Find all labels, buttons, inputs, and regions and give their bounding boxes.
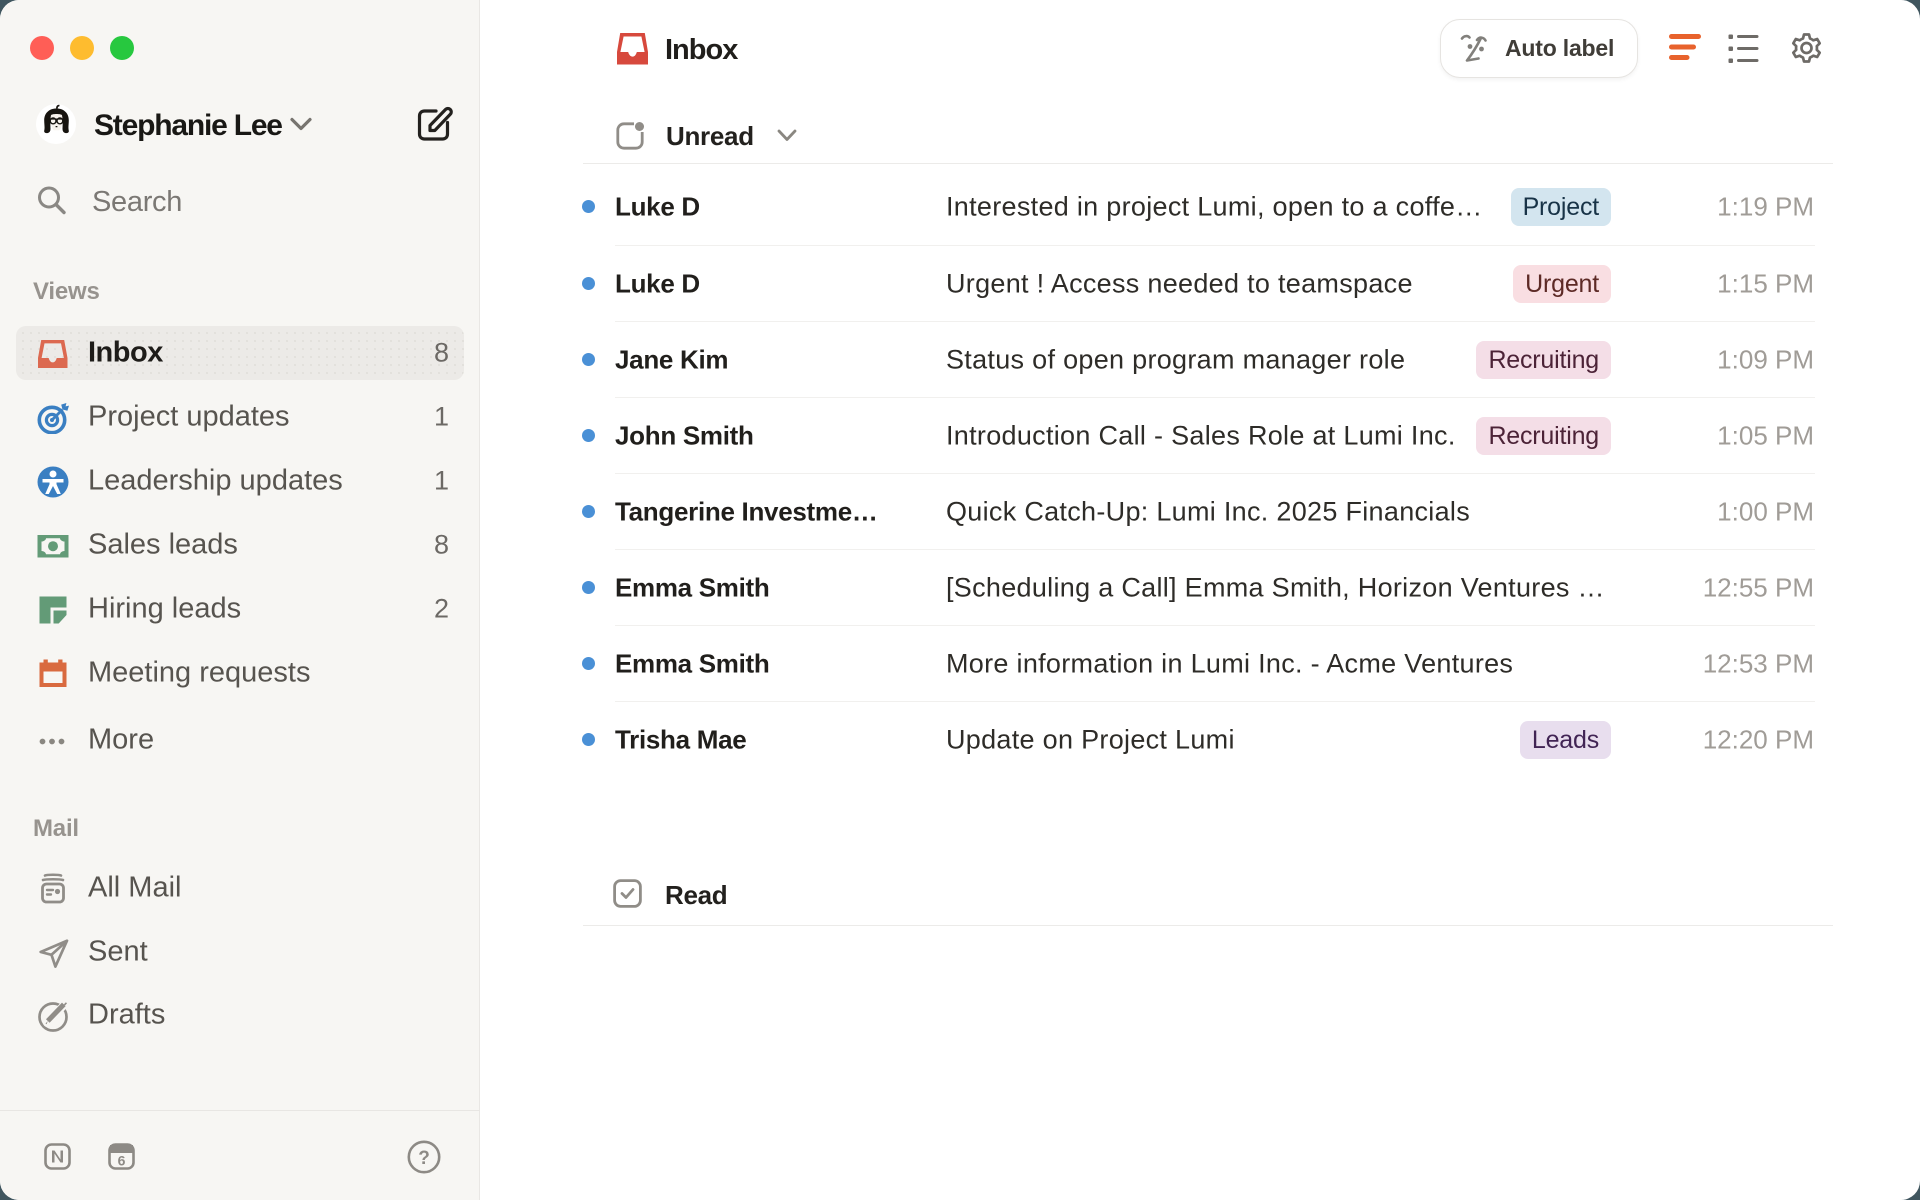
svg-text:6: 6: [118, 1153, 126, 1169]
svg-text:?: ?: [418, 1148, 430, 1169]
